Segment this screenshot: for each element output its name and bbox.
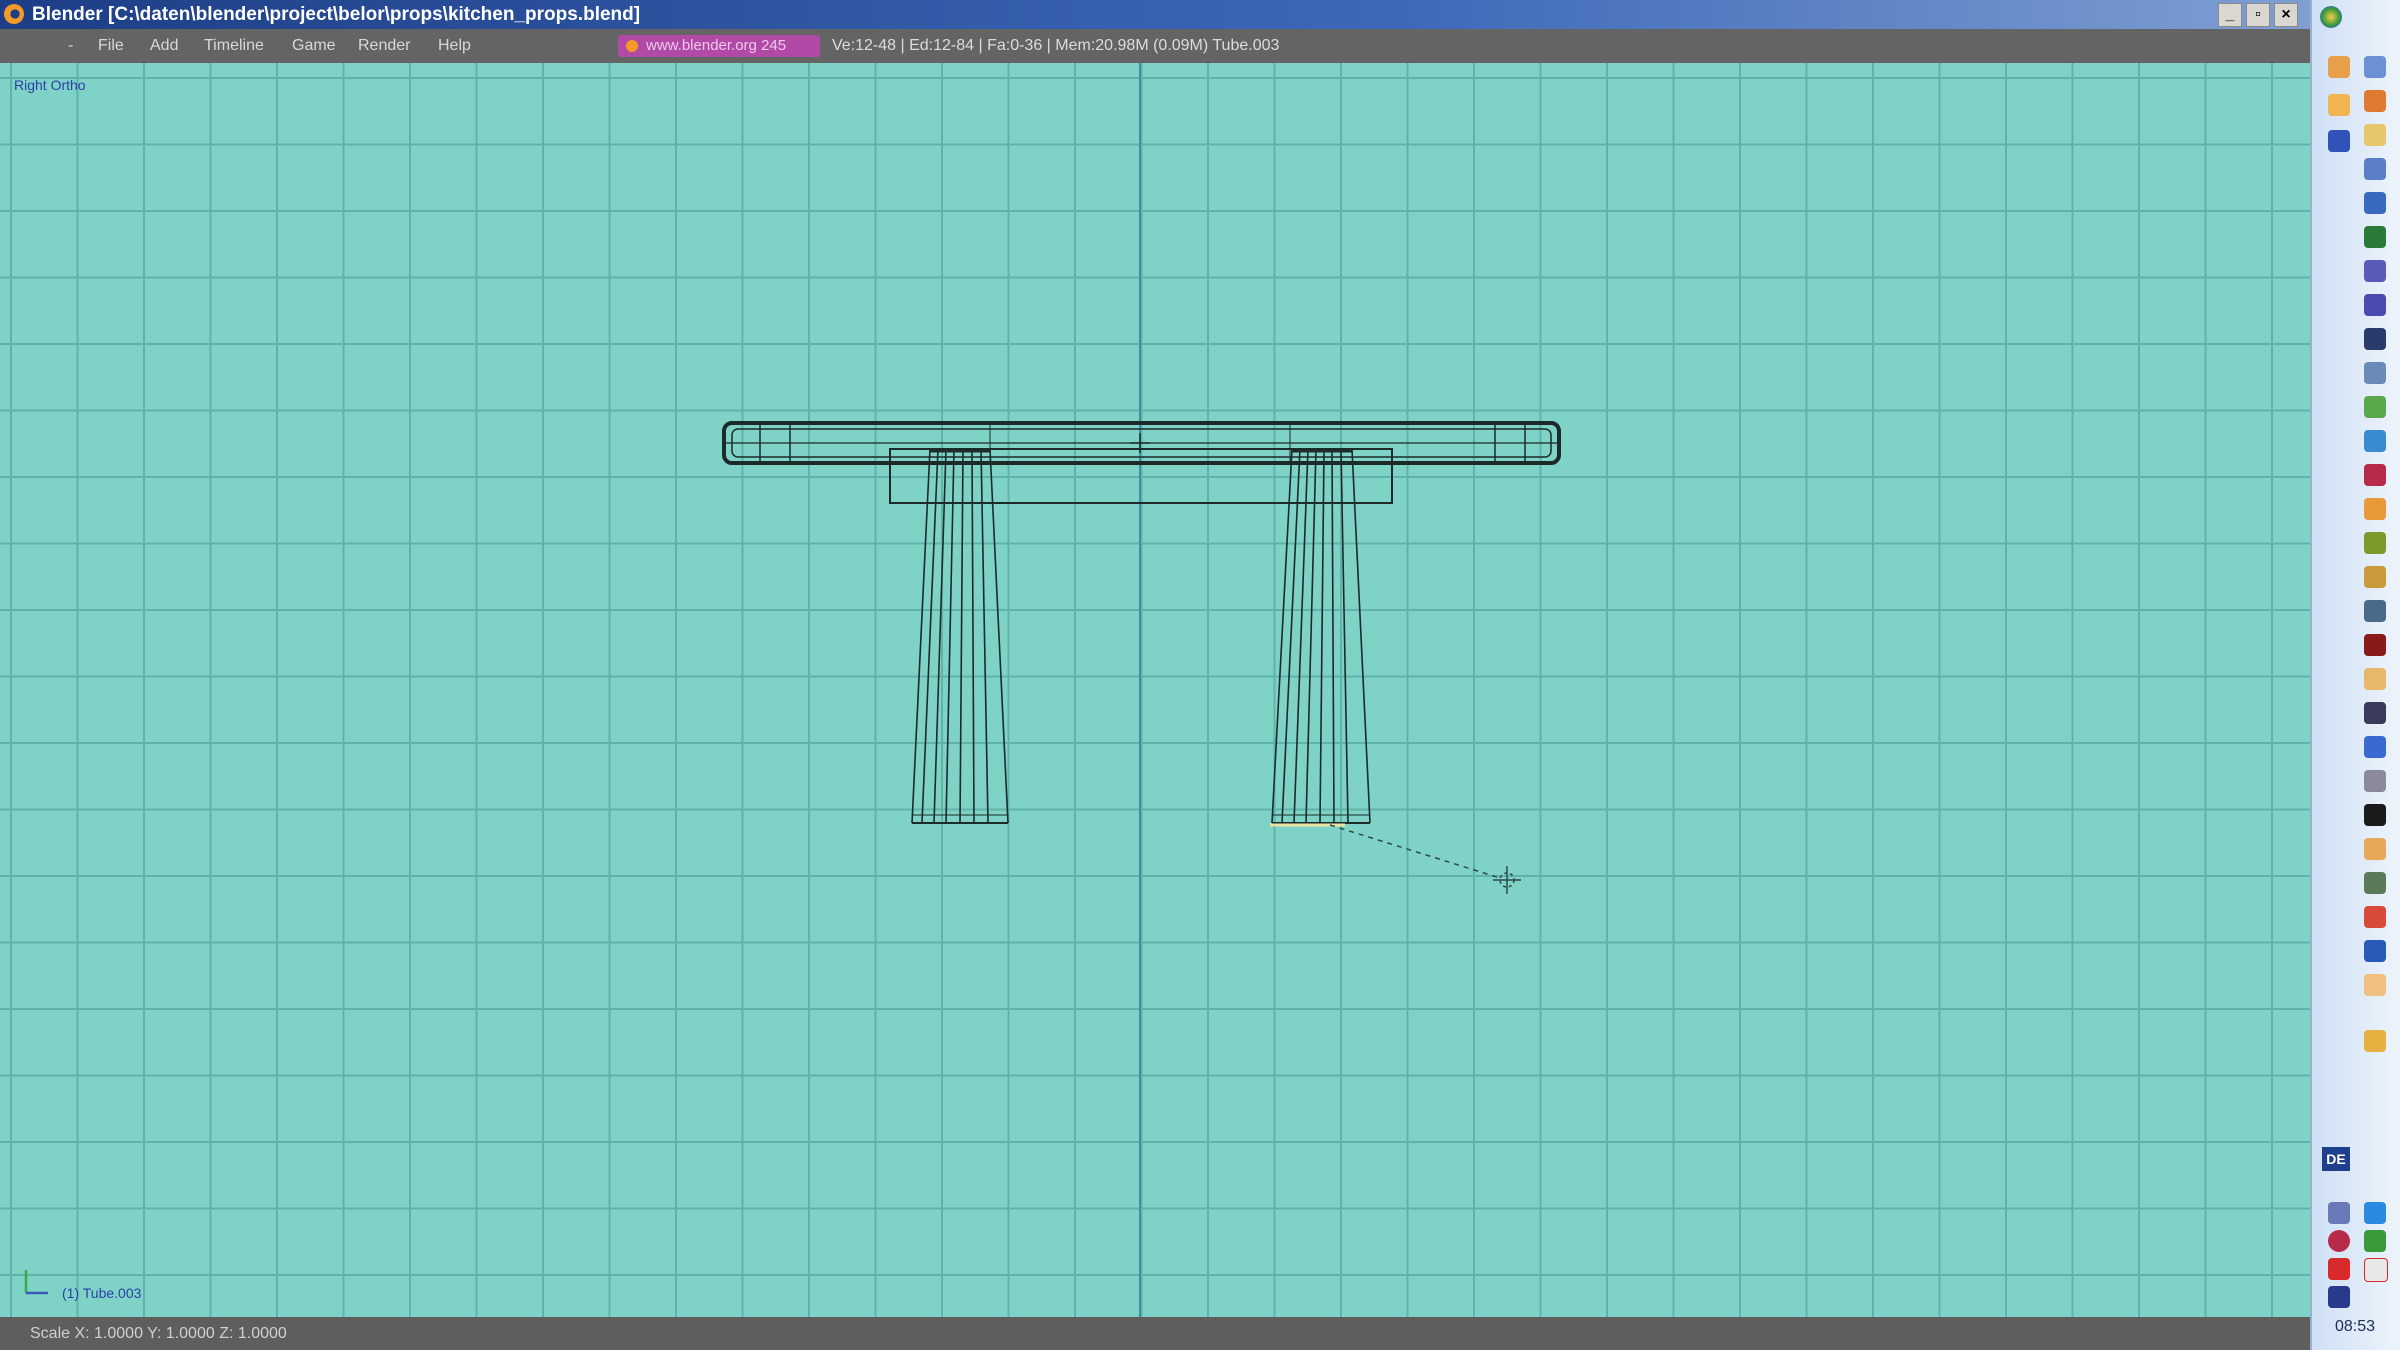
header-status-bar: Scale X: 1.0000 Y: 1.0000 Z: 1.0000: [0, 1317, 2310, 1350]
window-title: Blender [C:\daten\blender\project\belor\…: [32, 4, 641, 25]
scene-statistics: Ve:12-48 | Ed:12-84 | Fa:0-36 | Mem:20.9…: [832, 37, 1280, 54]
app-icon-18[interactable]: [2364, 532, 2386, 554]
blender-website-link[interactable]: www.blender.org 245: [618, 35, 820, 57]
window-title-bar[interactable]: Blender [C:\daten\blender\project\belor\…: [0, 0, 2310, 29]
app-icon-1[interactable]: [2328, 56, 2350, 78]
table-leg-right-mesh: [1271, 448, 1371, 824]
system-clock[interactable]: 08:53: [2312, 1318, 2398, 1336]
app-icon-11[interactable]: [2364, 294, 2386, 316]
tray-warning-icon[interactable]: [2364, 1258, 2388, 1282]
app-icon-29[interactable]: [2364, 906, 2386, 928]
app-icon-24[interactable]: [2364, 736, 2386, 758]
3d-viewport[interactable]: Right Ortho (1) Tube.003: [0, 63, 2310, 1317]
app-icon-17[interactable]: [2364, 498, 2386, 520]
menu-timeline[interactable]: Timeline: [204, 29, 264, 63]
transform-helper-line: [1329, 824, 1501, 879]
maximize-button[interactable]: ▫: [2246, 3, 2270, 27]
app-icon-25[interactable]: [2364, 770, 2386, 792]
app-icon-8[interactable]: [2364, 192, 2386, 214]
app-icon-16[interactable]: [2364, 464, 2386, 486]
table-wireframe-model[interactable]: [0, 63, 2310, 1317]
app-icon-15[interactable]: [2364, 430, 2386, 452]
app-icon-6[interactable]: [2364, 124, 2386, 146]
app-icon-21[interactable]: [2364, 634, 2386, 656]
app-icon-9[interactable]: [2364, 226, 2386, 248]
app-icon-28[interactable]: [2364, 872, 2386, 894]
minimize-button[interactable]: _: [2218, 3, 2242, 27]
menu-help[interactable]: Help: [438, 29, 471, 63]
active-object-label: (1) Tube.003: [62, 1285, 142, 1301]
app-icon-10[interactable]: [2364, 260, 2386, 282]
3d-cursor-icon: [1493, 866, 1521, 894]
scale-readout: Scale X: 1.0000 Y: 1.0000 Z: 1.0000: [30, 1325, 287, 1342]
menu-add[interactable]: Add: [150, 29, 178, 63]
tray-security-icon[interactable]: [2328, 1230, 2350, 1252]
app-icon-27[interactable]: [2364, 838, 2386, 860]
app-icon-5[interactable]: [2328, 130, 2350, 152]
tray-volume-icon[interactable]: [2328, 1286, 2350, 1308]
app-icon-23[interactable]: [2364, 702, 2386, 724]
app-icon-4[interactable]: [2364, 90, 2386, 112]
app-icon-22[interactable]: [2364, 668, 2386, 690]
tray-alert-icon[interactable]: [2328, 1258, 2350, 1280]
menu-file[interactable]: File: [98, 29, 124, 63]
tray-network-icon[interactable]: [2328, 1202, 2350, 1224]
tray-display-icon[interactable]: [2364, 1202, 2386, 1224]
close-button[interactable]: ×: [2274, 3, 2298, 27]
app-icon-14[interactable]: [2364, 396, 2386, 418]
blender-logo-icon: [4, 4, 24, 24]
language-indicator[interactable]: DE: [2322, 1147, 2350, 1171]
app-icon-13[interactable]: [2364, 362, 2386, 384]
start-orb-icon[interactable]: [2320, 6, 2342, 28]
app-icon-20[interactable]: [2364, 600, 2386, 622]
app-icon-7[interactable]: [2364, 158, 2386, 180]
app-icon-19[interactable]: [2364, 566, 2386, 588]
app-icon-30[interactable]: [2364, 940, 2386, 962]
app-icon-12[interactable]: [2364, 328, 2386, 350]
axis-gizmo-icon: [24, 1270, 48, 1295]
tray-icon-a[interactable]: [2364, 974, 2386, 996]
tray-status-icon[interactable]: [2364, 1230, 2386, 1252]
menu-bar: - File Add Timeline Game Render Help www…: [0, 29, 2310, 63]
table-leg-left-mesh: [911, 448, 1009, 824]
app-icon-3[interactable]: [2328, 94, 2350, 116]
app-icon-2[interactable]: [2364, 56, 2386, 78]
menu-render[interactable]: Render: [358, 29, 410, 63]
tray-icon-b[interactable]: [2364, 1030, 2386, 1052]
menu-game[interactable]: Game: [292, 29, 336, 63]
app-icon-26[interactable]: [2364, 804, 2386, 826]
menu-collapse-toggle[interactable]: -: [68, 29, 73, 63]
